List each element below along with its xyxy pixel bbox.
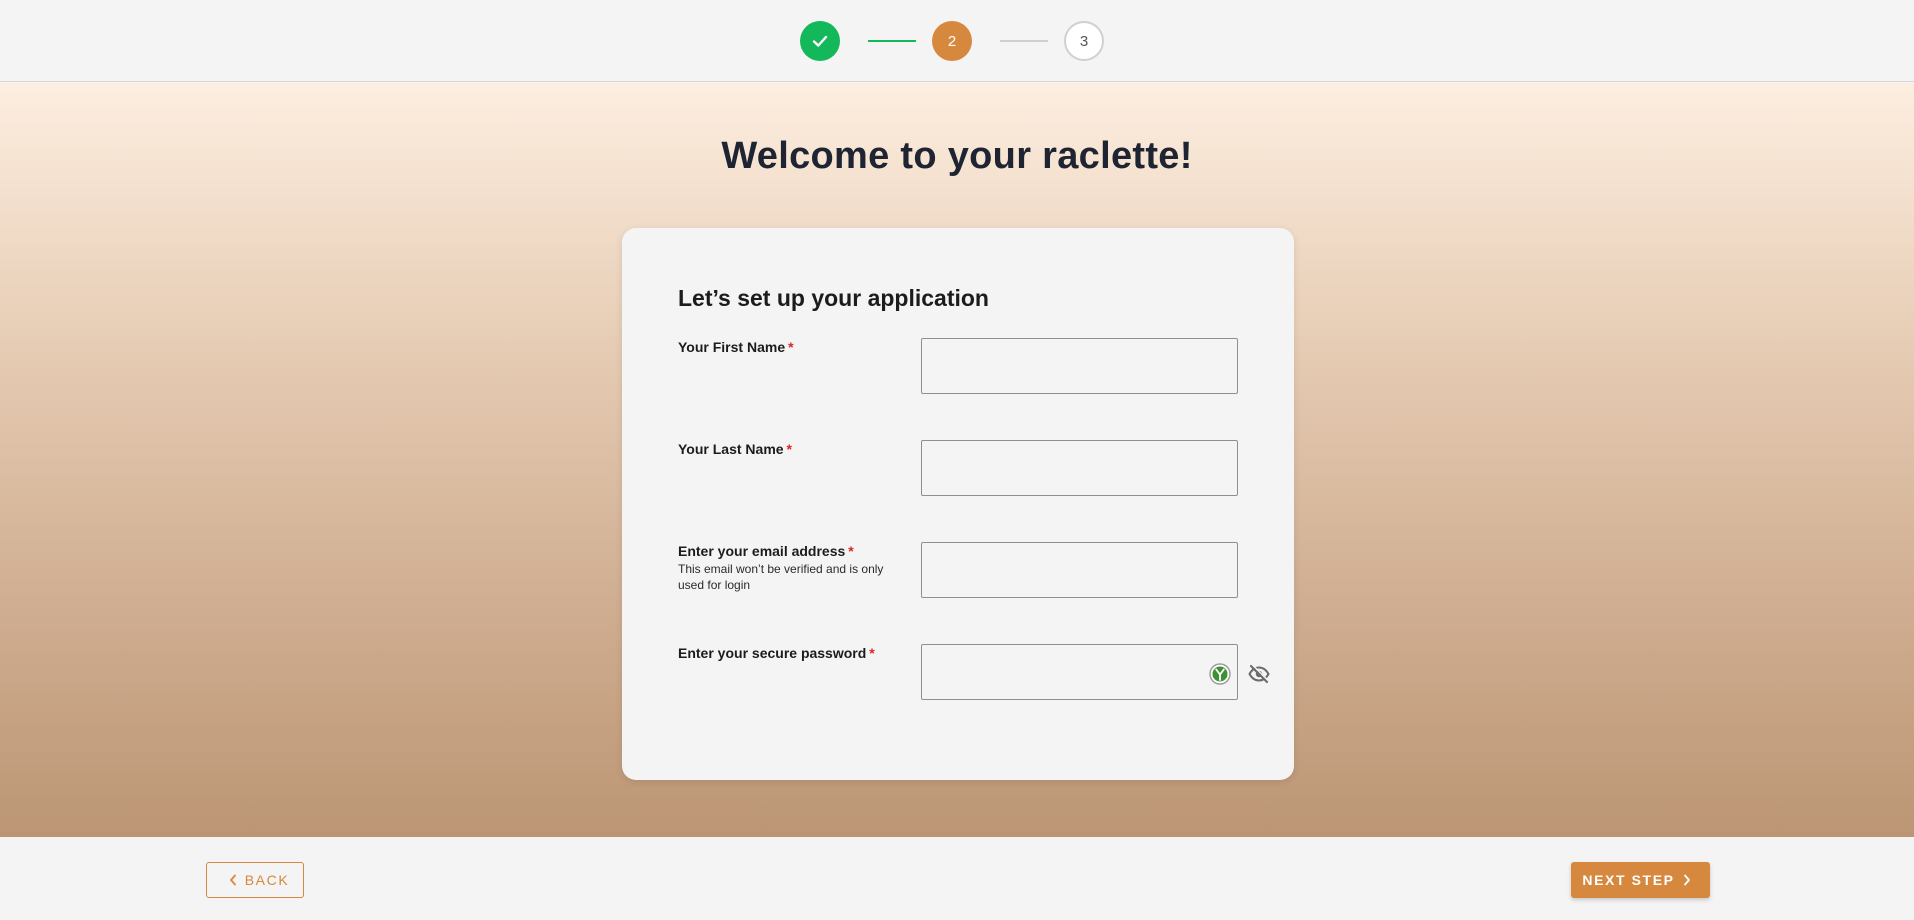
chevron-left-icon (229, 874, 236, 886)
email-help-text: This email won’t be verified and is only… (678, 562, 884, 592)
step-2-active: 2 (932, 21, 972, 61)
next-step-button[interactable]: NEXT STEP (1571, 862, 1710, 898)
first-name-label: Your First Name * (678, 339, 908, 355)
password-strength-icon (1208, 662, 1232, 686)
password-input[interactable] (921, 644, 1238, 700)
form-title: Let’s set up your application (678, 285, 989, 311)
last-name-label-text: Your Last Name (678, 441, 784, 457)
last-name-input[interactable] (921, 440, 1238, 496)
required-marker: * (786, 441, 792, 457)
email-input[interactable] (921, 542, 1238, 598)
progress-stepper: 2 3 (0, 0, 1914, 82)
first-name-row: Your First Name * (678, 338, 1238, 399)
password-label-text: Enter your secure password (678, 645, 867, 661)
last-name-label: Your Last Name * (678, 441, 908, 457)
password-row: Enter your secure password * (678, 644, 1270, 705)
required-marker: * (869, 645, 875, 661)
email-row: Enter your email address * This email won… (678, 542, 1238, 603)
page-title: Welcome to your raclette! (721, 135, 1193, 177)
eye-slash-icon[interactable] (1247, 662, 1271, 686)
main-content: Welcome to your raclette! Let’s set up y… (0, 83, 1914, 837)
password-label: Enter your secure password * (678, 645, 908, 661)
step-3-upcoming: 3 (1064, 21, 1104, 61)
required-marker: * (848, 543, 854, 559)
footer-nav: BACK NEXT STEP (0, 837, 1914, 920)
chevron-right-icon (1683, 874, 1690, 886)
back-button-label: BACK (244, 872, 290, 888)
email-label-text: Enter your email address (678, 543, 846, 559)
step-connector-2 (1000, 40, 1048, 42)
next-step-button-label: NEXT STEP (1582, 872, 1675, 888)
setup-form-card: Let’s set up your application Your First… (622, 228, 1294, 780)
first-name-input[interactable] (921, 338, 1238, 394)
first-name-label-text: Your First Name (678, 339, 786, 355)
step-connector-1 (868, 40, 916, 42)
last-name-row: Your Last Name * (678, 440, 1238, 501)
check-icon (812, 35, 828, 47)
email-label: Enter your email address * (678, 543, 908, 559)
step-1-completed (800, 21, 840, 61)
required-marker: * (788, 339, 794, 355)
back-button[interactable]: BACK (206, 862, 304, 898)
